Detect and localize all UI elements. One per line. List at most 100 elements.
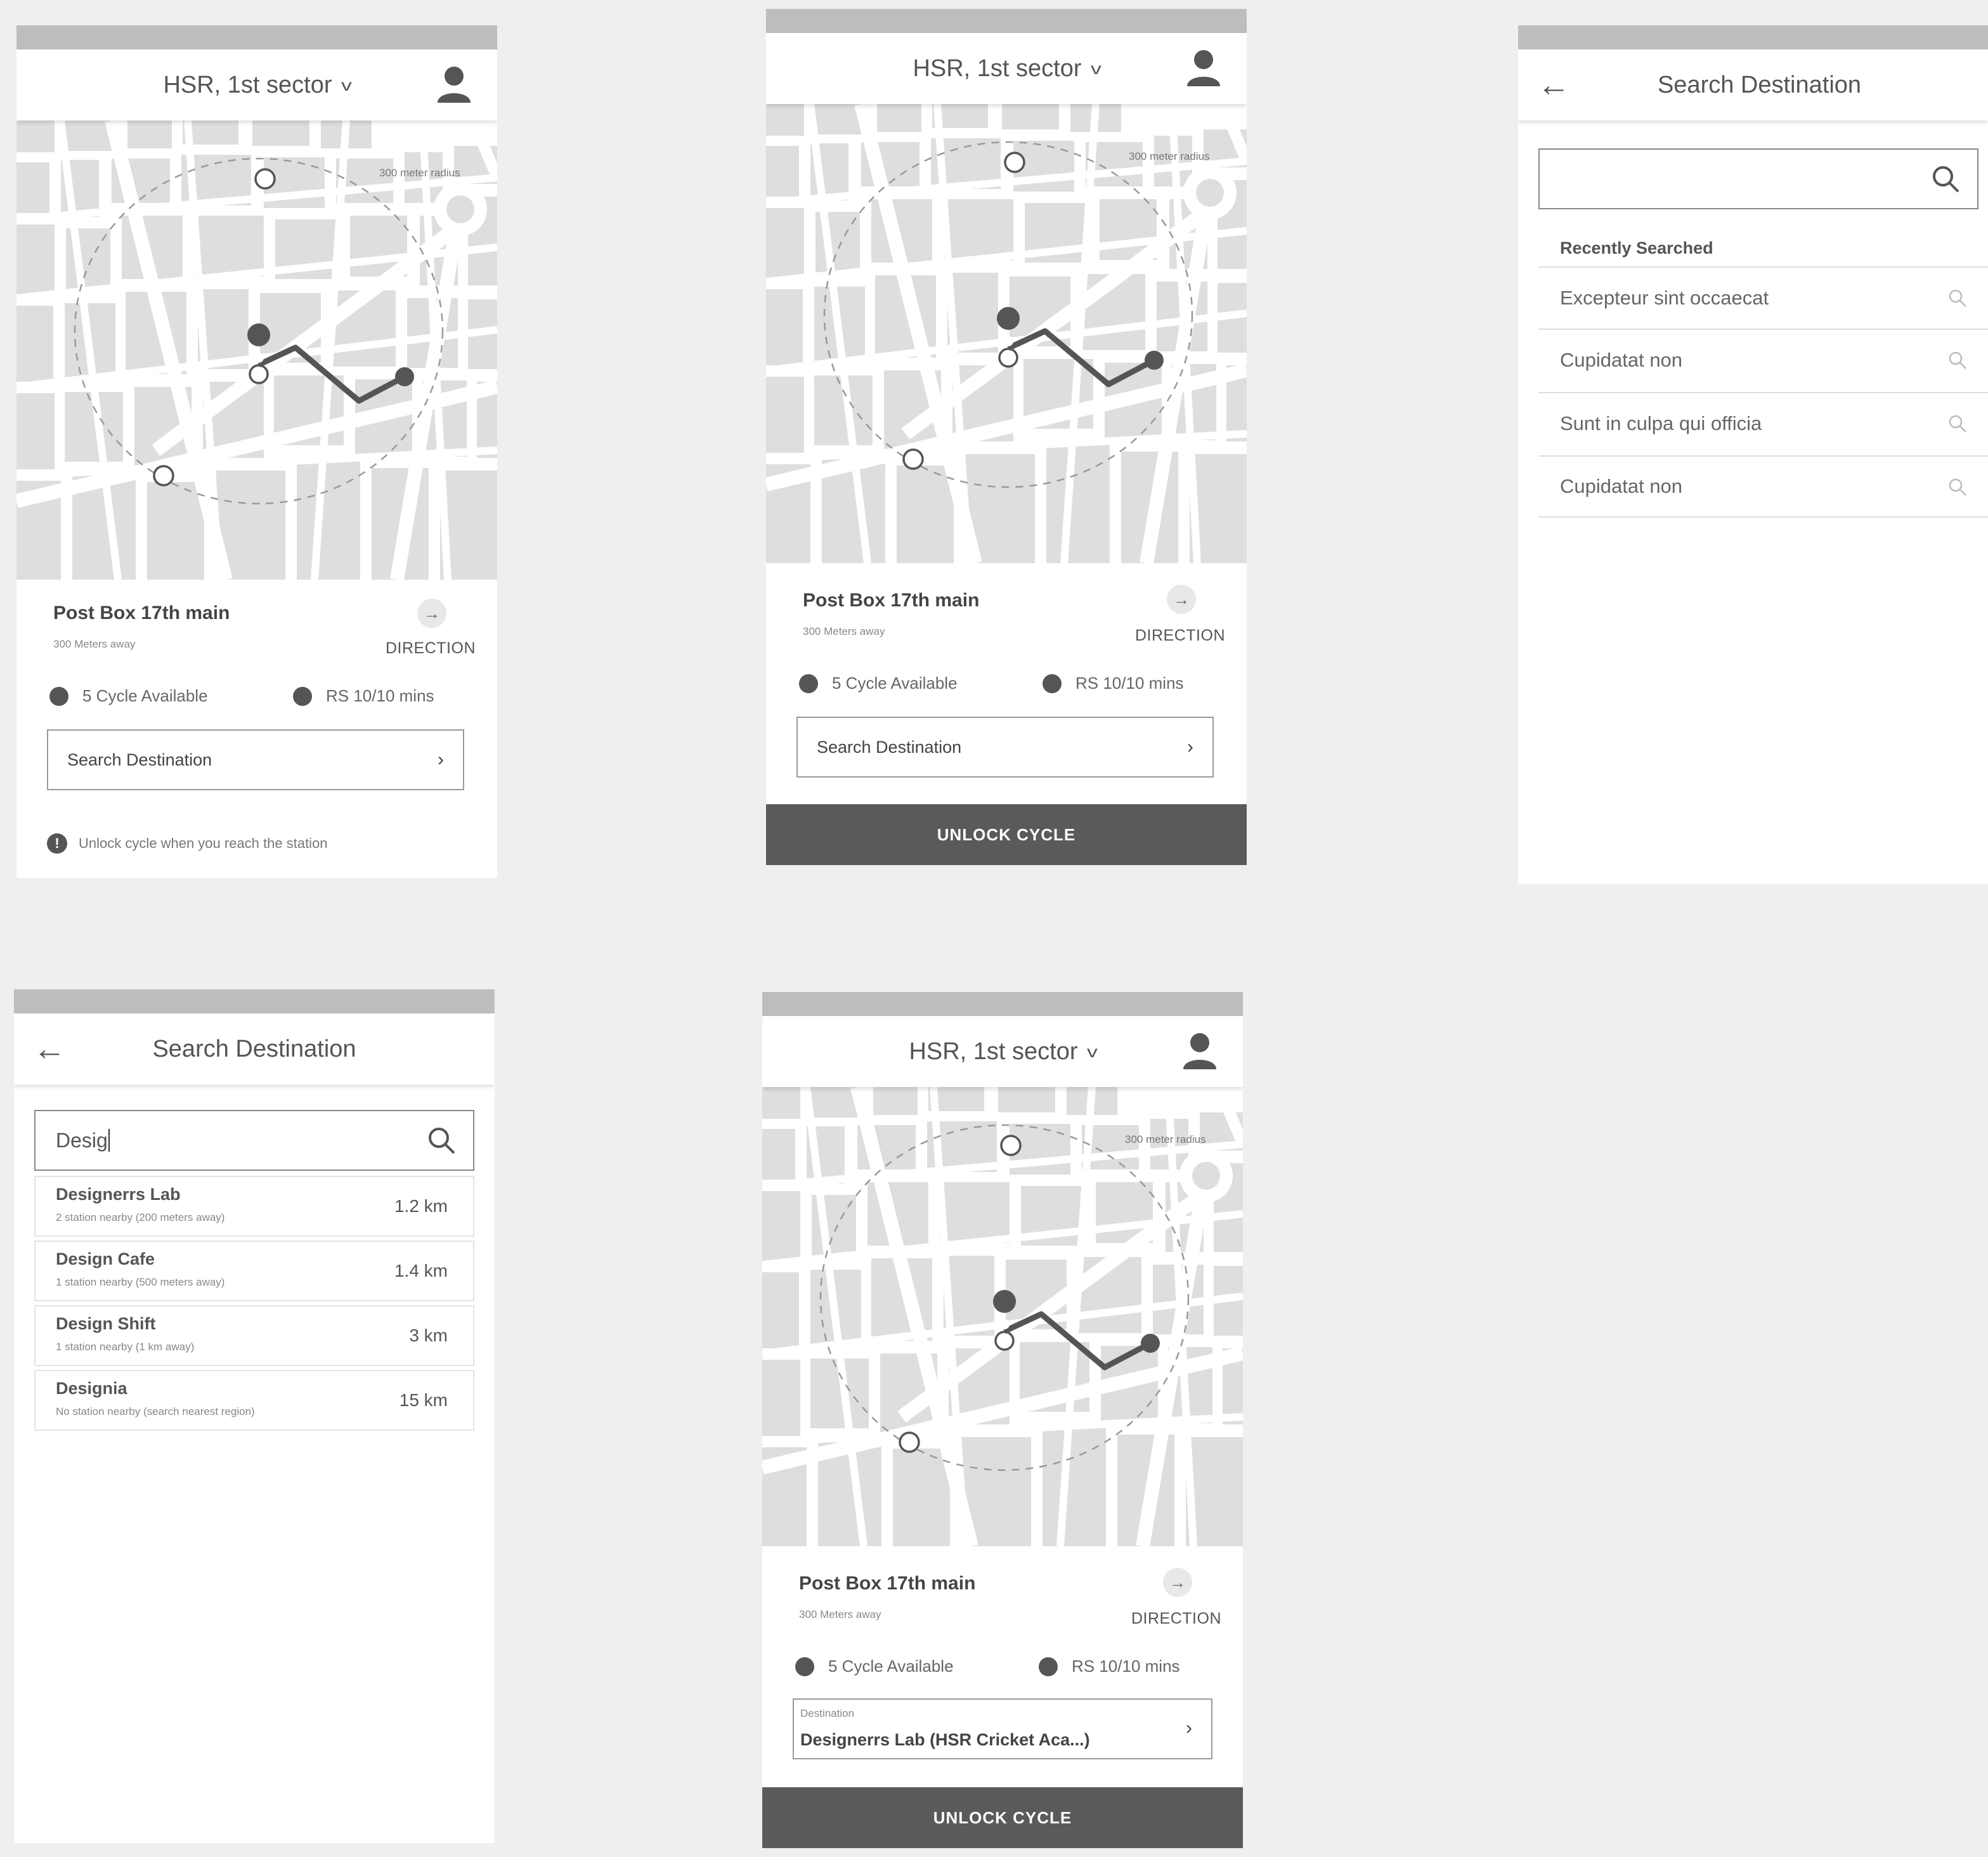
- result-name: Designerrs Lab: [56, 1185, 181, 1204]
- search-input[interactable]: [1538, 148, 1978, 209]
- result-sub: 1 station nearby (1 km away): [56, 1341, 195, 1353]
- result-item[interactable]: Designerrs Lab 2 station nearby (200 mete…: [34, 1176, 474, 1237]
- status-dot: [1039, 1657, 1058, 1676]
- notice-text: Unlock cycle when you reach the station: [79, 835, 328, 851]
- location-selector[interactable]: HSR, 1st sector v: [16, 49, 497, 121]
- map[interactable]: 300 meter radius: [766, 104, 1247, 563]
- result-distance: 15 km: [399, 1390, 448, 1410]
- cycles-text: 5 Cycle Available: [828, 1657, 954, 1676]
- rate-text: RS 10/10 mins: [1075, 674, 1184, 693]
- location-selector[interactable]: HSR, 1st sector v: [766, 33, 1247, 104]
- chevron-right-icon: ›: [1187, 736, 1193, 757]
- recent-item[interactable]: Cupidatat non: [1538, 455, 1988, 518]
- radius-label: 300 meter radius: [1125, 1133, 1206, 1145]
- chevron-down-icon: v: [341, 75, 352, 94]
- pin-icon: [247, 323, 271, 346]
- rate-info: RS 10/10 mins: [293, 686, 434, 706]
- chevron-down-icon: v: [1090, 58, 1101, 78]
- cycles-info: 5 Cycle Available: [49, 686, 208, 706]
- direction-label[interactable]: DIRECTION: [1135, 627, 1225, 645]
- search-icon[interactable]: [426, 1125, 457, 1156]
- destination-value: Designerrs Lab (HSR Cricket Aca...): [800, 1730, 1090, 1749]
- status-dot: [49, 686, 68, 706]
- result-item[interactable]: Designia No station nearby (search neares…: [34, 1370, 474, 1431]
- cycles-info: 5 Cycle Available: [799, 674, 958, 693]
- alert-icon: !: [47, 833, 67, 854]
- status-dot: [1043, 674, 1062, 693]
- result-sub: No station nearby (search nearest region…: [56, 1405, 255, 1417]
- screen-search-results: ← Search Destination Desig Designerrs La…: [14, 989, 495, 1843]
- search-destination-button[interactable]: Search Destination ›: [47, 729, 464, 790]
- arrow-right-icon[interactable]: →: [417, 599, 446, 628]
- status-dot: [795, 1657, 814, 1676]
- search-destination-label: Search Destination: [817, 737, 962, 757]
- app-bar: HSR, 1st sector v: [16, 49, 497, 121]
- status-bar: [762, 992, 1243, 1016]
- status-bar: [14, 989, 495, 1013]
- result-item[interactable]: Design Shift 1 station nearby (1 km away)…: [34, 1305, 474, 1366]
- arrow-right-icon[interactable]: →: [1167, 585, 1196, 614]
- destination-dot: [1141, 1334, 1160, 1353]
- recent-item[interactable]: Sunt in culpa qui officia: [1538, 392, 1988, 454]
- user-icon[interactable]: [1186, 49, 1221, 88]
- chevron-right-icon: ›: [1186, 1717, 1192, 1738]
- search-destination-button[interactable]: Search Destination ›: [796, 717, 1214, 778]
- result-distance: 3 km: [409, 1326, 448, 1345]
- rate-info: RS 10/10 mins: [1039, 1657, 1180, 1676]
- station-marker: [153, 465, 174, 486]
- recent-item[interactable]: Cupidatat non: [1538, 329, 1988, 391]
- destination-button[interactable]: Destination Designerrs Lab (HSR Cricket …: [793, 1698, 1212, 1759]
- station-marker: [998, 348, 1018, 368]
- unlock-cycle-button[interactable]: UNLOCK CYCLE: [762, 1787, 1243, 1848]
- location-label: HSR, 1st sector: [163, 71, 332, 98]
- screen-destination-selected: HSR, 1st sector v 300 meter radius Post …: [762, 992, 1243, 1848]
- station-distance: 300 Meters away: [803, 625, 885, 637]
- direction-label[interactable]: DIRECTION: [1131, 1610, 1221, 1628]
- unlock-cycle-button[interactable]: UNLOCK CYCLE: [766, 804, 1247, 865]
- station-distance: 300 Meters away: [53, 638, 136, 650]
- map[interactable]: 300 meter radius: [16, 121, 497, 580]
- rate-text: RS 10/10 mins: [326, 686, 434, 705]
- screen-search-recent: ← Search Destination Recently Searched E…: [1518, 25, 1988, 884]
- destination-dot: [395, 367, 414, 386]
- app-bar: HSR, 1st sector v: [762, 1016, 1243, 1087]
- cycles-text: 5 Cycle Available: [832, 674, 958, 693]
- app-bar: ← Search Destination: [1518, 49, 1988, 121]
- direction-label[interactable]: DIRECTION: [386, 639, 476, 658]
- location-selector[interactable]: HSR, 1st sector v: [762, 1016, 1243, 1087]
- station-marker: [249, 364, 269, 384]
- map[interactable]: 300 meter radius: [762, 1087, 1243, 1546]
- result-name: Design Shift: [56, 1314, 156, 1333]
- arrow-right-icon[interactable]: →: [1163, 1568, 1192, 1597]
- station-marker: [994, 1331, 1015, 1351]
- status-dot: [799, 674, 818, 693]
- search-destination-label: Search Destination: [67, 750, 212, 769]
- result-sub: 1 station nearby (500 meters away): [56, 1276, 225, 1288]
- radius-label: 300 meter radius: [379, 167, 460, 179]
- search-icon: [1949, 289, 1966, 307]
- status-bar: [766, 9, 1247, 33]
- result-name: Designia: [56, 1379, 127, 1398]
- location-label: HSR, 1st sector: [913, 55, 1082, 82]
- recent-item[interactable]: Excepteur sint occaecat: [1538, 266, 1988, 329]
- text-caret: [108, 1129, 110, 1152]
- rate-info: RS 10/10 mins: [1043, 674, 1184, 693]
- result-sub: 2 station nearby (200 meters away): [56, 1211, 225, 1223]
- search-icon[interactable]: [1930, 164, 1961, 194]
- chevron-down-icon: v: [1086, 1041, 1098, 1061]
- recent-item-label: Excepteur sint occaecat: [1560, 287, 1769, 309]
- search-icon: [1949, 478, 1966, 496]
- station-marker: [899, 1431, 920, 1453]
- page-title: Search Destination: [152, 1035, 356, 1062]
- result-distance: 1.2 km: [394, 1196, 448, 1216]
- station-marker: [254, 168, 276, 190]
- user-icon[interactable]: [436, 66, 472, 104]
- page-title: Search Destination: [1657, 71, 1862, 98]
- result-item[interactable]: Design Cafe 1 station nearby (500 meters …: [34, 1241, 474, 1301]
- pin-icon: [997, 307, 1020, 330]
- station-name: Post Box 17th main: [803, 590, 980, 611]
- user-icon[interactable]: [1182, 1033, 1218, 1071]
- screen-station-unlock: HSR, 1st sector v 300 meter radius Post …: [766, 9, 1247, 865]
- search-input[interactable]: Desig: [34, 1110, 474, 1171]
- recent-item-label: Cupidatat non: [1560, 349, 1683, 371]
